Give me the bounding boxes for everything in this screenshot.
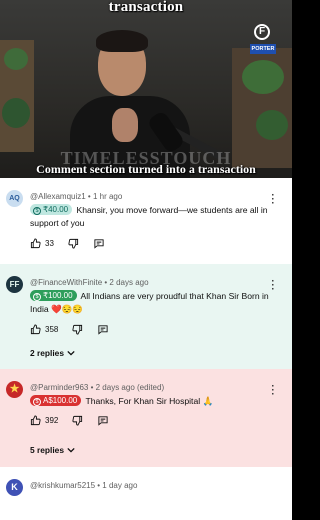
dislike-icon	[72, 324, 83, 335]
comment-meta: @Allexamquiz1 • 1 hr ago	[30, 192, 122, 201]
comment-time: 1 day ago	[102, 481, 138, 490]
avatar[interactable]: ★	[6, 381, 23, 398]
comment-item: ★ @Parminder963 • 2 days ago (edited) · ·…	[0, 369, 292, 467]
like-count: 33	[45, 238, 54, 248]
like-button[interactable]: 392	[30, 414, 72, 426]
like-count: 358	[45, 324, 59, 334]
tip-amount: ₹40.00	[43, 205, 69, 214]
plant-left-bottom	[2, 98, 30, 128]
comment-meta: @FinanceWithFinite • 2 days ago	[30, 278, 149, 287]
tip-icon: $	[33, 293, 41, 301]
tip-icon: $	[33, 207, 41, 215]
comment-actions: 358	[30, 322, 109, 336]
reply-button[interactable]	[97, 324, 109, 335]
replies-count: 5 replies	[30, 445, 64, 455]
comment-meta: @krishkumar5215 • 1 day ago	[30, 481, 137, 490]
tip-icon: $	[33, 398, 41, 406]
replies-count: 2 replies	[30, 348, 64, 358]
comment-time: 1 hr ago	[92, 192, 123, 201]
tip-amount: ₹100.00	[43, 291, 73, 300]
comment-time: 2 days ago (edited)	[95, 383, 165, 392]
plant-right-bottom	[256, 110, 288, 140]
like-icon	[30, 414, 41, 425]
sponsor-badge: PORTER	[250, 44, 276, 54]
view-replies-button[interactable]: 2 replies	[30, 348, 75, 358]
super-thanks-badge: $ ₹100.00	[30, 290, 77, 301]
super-thanks-badge: $ A$100.00	[30, 395, 82, 406]
plant-left-top	[4, 48, 28, 70]
comment-item: FF @FinanceWithFinite • 2 days ago · · · $…	[0, 264, 292, 369]
comment-username[interactable]: @FinanceWithFinite	[30, 278, 102, 287]
dislike-icon	[68, 238, 78, 249]
comment-actions: 392	[30, 413, 109, 427]
reply-icon	[98, 415, 108, 426]
comment-body: $ A$100.00 Thanks, For Khan Sir Hospital …	[30, 395, 280, 408]
meta-separator: •	[85, 192, 93, 201]
comment-text: Thanks, For Khan Sir Hospital 🙏	[85, 396, 214, 406]
comment-body: $ ₹100.00 All Indians are very proudful t…	[30, 290, 280, 316]
like-icon	[30, 323, 41, 334]
meta-separator: •	[88, 383, 96, 392]
channel-logo-icon: F	[254, 24, 270, 40]
comment-meta: @Parminder963 • 2 days ago (edited)	[30, 383, 164, 392]
comments-section: AQ @Allexamquiz1 • 1 hr ago · · · $ ₹40.00 …	[0, 178, 292, 520]
speaker-hand	[112, 108, 138, 142]
avatar[interactable]: FF	[6, 276, 23, 293]
like-count: 392	[45, 415, 59, 425]
video-title: transaction	[108, 0, 184, 15]
like-button[interactable]: 33	[30, 237, 68, 249]
reply-button[interactable]	[93, 238, 105, 249]
super-thanks-badge: $ ₹40.00	[30, 204, 73, 215]
video-frame[interactable]: transaction F PORTER TIMELESSTOUCH Comme…	[0, 0, 292, 178]
view-replies-button[interactable]: 5 replies	[30, 445, 75, 455]
comment-item: AQ @Allexamquiz1 • 1 hr ago · · · $ ₹40.00 …	[0, 178, 292, 264]
comment-username[interactable]: @krishkumar5215	[30, 481, 95, 490]
comment-time: 2 days ago	[109, 278, 149, 287]
dislike-button[interactable]	[72, 415, 83, 426]
dislike-button[interactable]	[72, 324, 83, 335]
comment-item: K @krishkumar5215 • 1 day ago	[0, 467, 292, 520]
like-button[interactable]: 358	[30, 323, 72, 335]
comment-username[interactable]: @Parminder963	[30, 383, 88, 392]
plant-right-top	[242, 60, 284, 94]
dislike-button[interactable]	[68, 238, 79, 249]
tip-amount: A$100.00	[43, 396, 78, 405]
comment-actions: 33	[30, 236, 105, 250]
chevron-down-icon	[67, 350, 75, 356]
avatar[interactable]: AQ	[6, 190, 23, 207]
comment-username[interactable]: @Allexamquiz1	[30, 192, 86, 201]
avatar[interactable]: K	[6, 479, 23, 496]
speaker-hair	[96, 30, 148, 52]
dislike-icon	[72, 415, 83, 426]
reply-icon	[94, 238, 104, 249]
reply-icon	[98, 324, 108, 335]
like-icon	[30, 237, 41, 248]
chevron-down-icon	[67, 447, 75, 453]
reply-button[interactable]	[97, 415, 109, 426]
comment-body: $ ₹40.00 Khansir, you move forward—we stu…	[30, 204, 280, 230]
video-caption: Comment section turned into a transactio…	[36, 162, 256, 176]
